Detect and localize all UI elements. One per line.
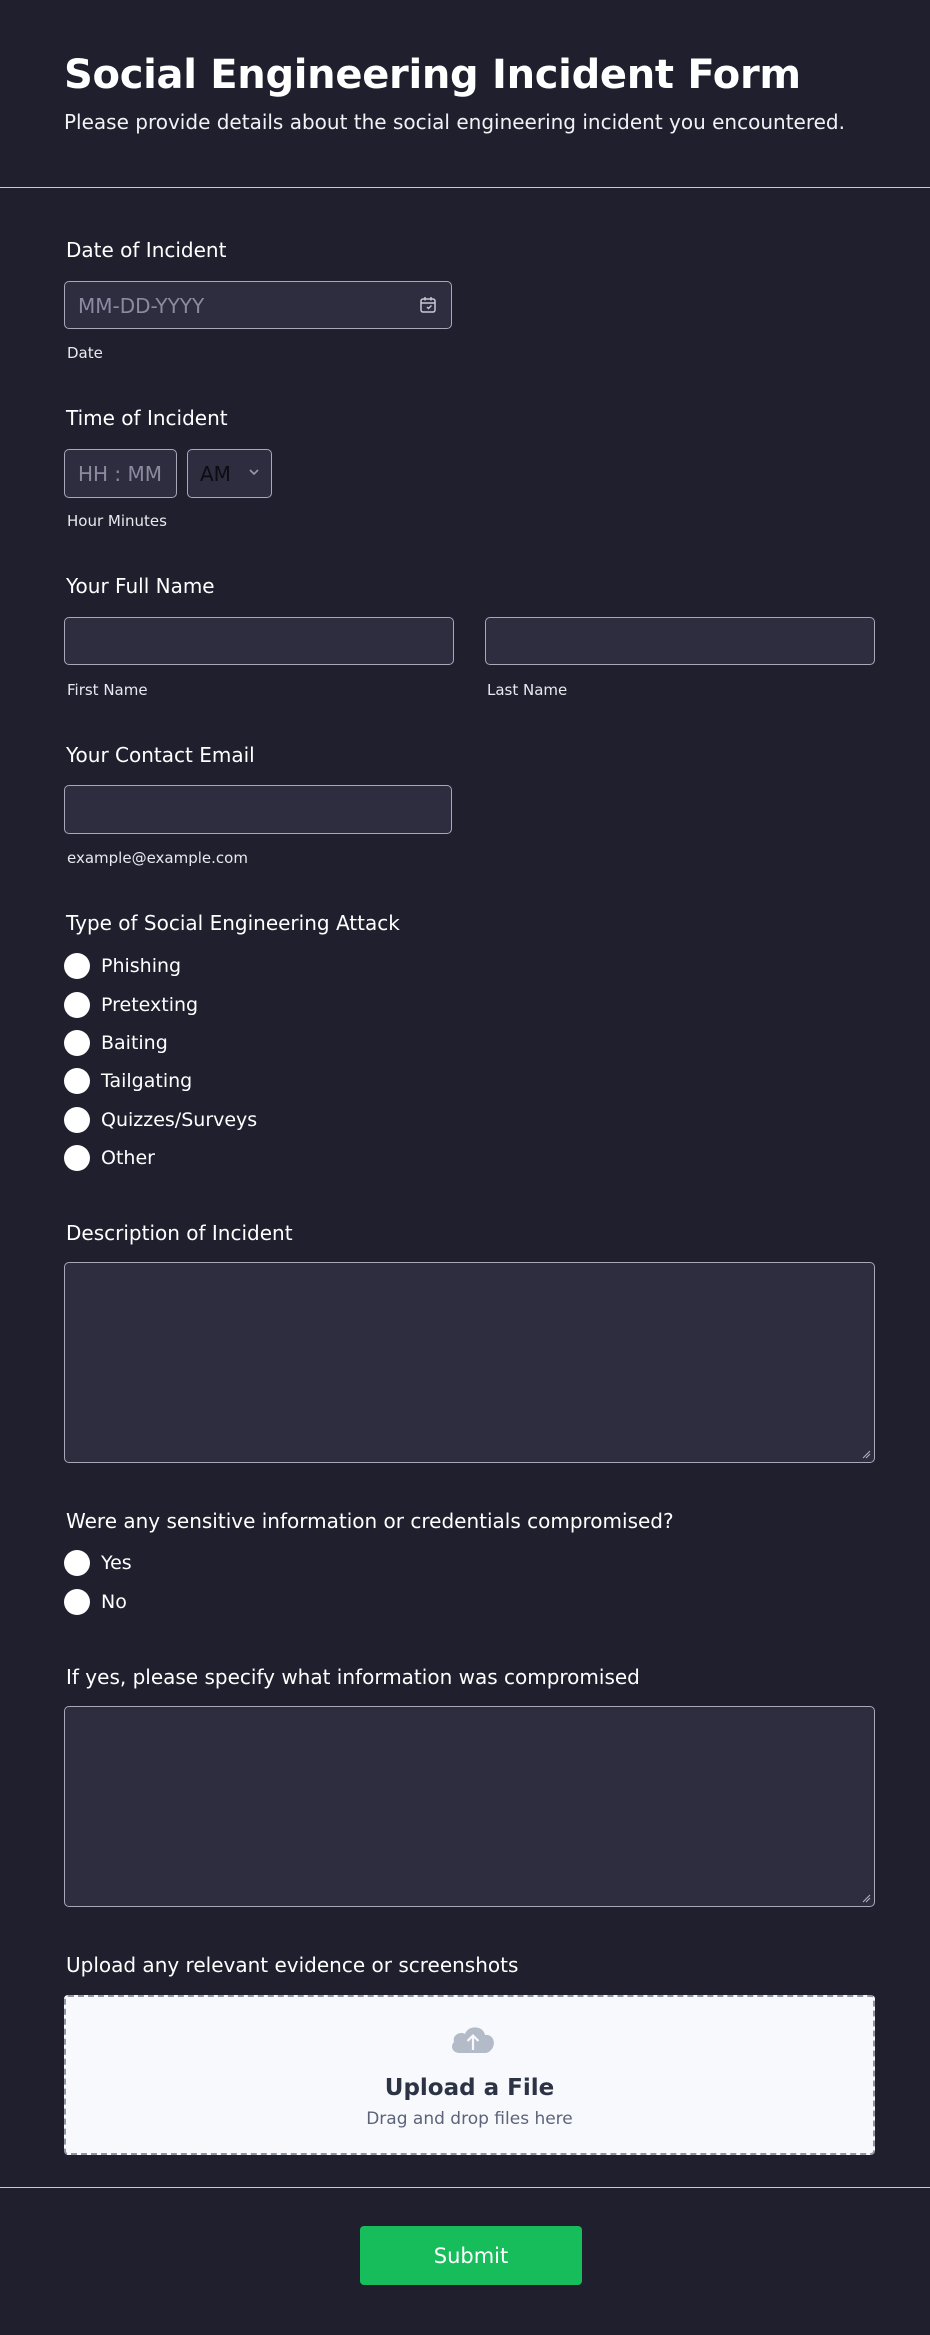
radio-option-pretexting[interactable]: Pretexting <box>64 991 198 1019</box>
last-name-sublabel: Last Name <box>487 681 568 699</box>
radio-label: Yes <box>101 1552 132 1574</box>
radio-option-no[interactable]: No <box>64 1588 127 1616</box>
radio-label: Pretexting <box>101 994 199 1016</box>
radio-option-phishing[interactable]: Phishing <box>64 952 181 980</box>
ampm-select[interactable]: AM <box>187 449 272 498</box>
radio-label: Other <box>101 1147 155 1169</box>
radio-label: Baiting <box>101 1032 168 1054</box>
radio-label: Quizzes/Surveys <box>101 1109 258 1131</box>
date-input[interactable]: MM-DD-YYYY <box>64 281 452 329</box>
attack-type-label: Type of Social Engineering Attack <box>66 911 400 935</box>
email-sublabel: example@example.com <box>67 849 248 867</box>
compromised-label: Were any sensitive information or creden… <box>66 1509 674 1533</box>
radio-option-tailgating[interactable]: Tailgating <box>64 1067 192 1095</box>
radio-label: Phishing <box>101 955 182 977</box>
time-sublabel: Hour Minutes <box>67 512 167 530</box>
radio-option-other[interactable]: Other <box>64 1144 155 1172</box>
last-name-input[interactable] <box>485 617 875 665</box>
resize-handle-icon[interactable] <box>861 1893 871 1903</box>
radio-button[interactable] <box>64 1107 90 1133</box>
radio-button[interactable] <box>64 1068 90 1094</box>
resize-handle-icon[interactable] <box>861 1449 871 1459</box>
time-placeholder: HH : MM <box>78 462 163 486</box>
form-header: Social Engineering Incident Form Please … <box>0 0 930 188</box>
radio-label: No <box>101 1591 127 1613</box>
submit-button[interactable]: Submit <box>360 2226 582 2285</box>
radio-button[interactable] <box>64 1550 90 1576</box>
radio-button[interactable] <box>64 1589 90 1615</box>
first-name-input[interactable] <box>64 617 454 665</box>
radio-button[interactable] <box>64 953 90 979</box>
email-input[interactable] <box>64 785 452 834</box>
description-label: Description of Incident <box>66 1221 293 1245</box>
first-name-sublabel: First Name <box>67 681 148 699</box>
time-input[interactable]: HH : MM <box>64 449 177 498</box>
upload-label: Upload any relevant evidence or screensh… <box>66 1953 519 1977</box>
time-of-incident-label: Time of Incident <box>66 406 228 430</box>
calendar-icon[interactable] <box>419 296 437 314</box>
radio-button[interactable] <box>64 1030 90 1056</box>
cloud-upload-icon <box>452 2027 494 2053</box>
radio-button[interactable] <box>64 1145 90 1171</box>
date-sublabel: Date <box>67 344 103 362</box>
radio-button[interactable] <box>64 992 90 1018</box>
upload-subtitle: Drag and drop files here <box>366 2109 573 2129</box>
radio-option-baiting[interactable]: Baiting <box>64 1029 168 1057</box>
ampm-value: AM <box>200 462 231 486</box>
upload-title: Upload a File <box>384 2075 555 2101</box>
compromised-details-textarea[interactable] <box>64 1706 875 1907</box>
contact-email-label: Your Contact Email <box>66 743 255 767</box>
form-title: Social Engineering Incident Form <box>64 52 801 98</box>
description-textarea[interactable] <box>64 1262 875 1463</box>
radio-option-yes[interactable]: Yes <box>64 1549 132 1577</box>
compromised-details-label: If yes, please specify what information … <box>66 1665 640 1689</box>
file-upload-dropzone[interactable]: Upload a File Drag and drop files here <box>64 1995 875 2155</box>
date-of-incident-label: Date of Incident <box>66 238 227 262</box>
radio-option-quizzes-surveys[interactable]: Quizzes/Surveys <box>64 1106 257 1134</box>
footer-divider <box>0 2187 930 2188</box>
form-subtitle: Please provide details about the social … <box>64 110 845 134</box>
date-placeholder: MM-DD-YYYY <box>78 294 205 318</box>
radio-label: Tailgating <box>101 1070 193 1092</box>
chevron-down-icon <box>249 469 259 476</box>
full-name-label: Your Full Name <box>66 574 215 598</box>
